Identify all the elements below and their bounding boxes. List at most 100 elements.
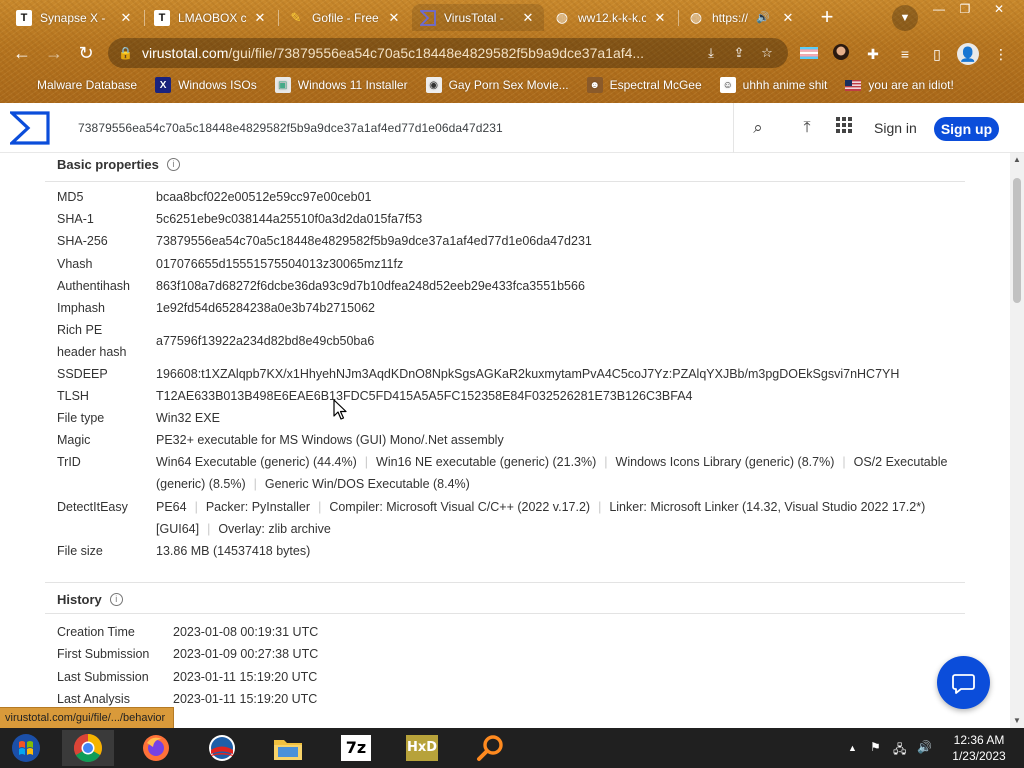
flag-icon [845,77,862,93]
prop-rich-pe-hash: a77596f13922a234d82bd8e49cb50ba6 [156,334,375,348]
gofile-icon: ✎ [290,9,302,25]
close-icon[interactable]: ✕ [780,10,796,26]
info-icon[interactable]: i [166,158,180,171]
prop-trid: Win64 Executable (generic) (44.4%) | Win16… [156,455,948,491]
file-explorer-icon[interactable] [262,730,314,766]
start-icon[interactable] [0,730,52,766]
install-icon[interactable]: ⤓ [700,45,722,61]
back-button[interactable]: ← [9,40,35,66]
tab-strip: T Synapse X - ✕ T LMAOBOX c ✕ ✎ Gofile -… [0,0,1024,34]
info-icon[interactable]: i [109,593,123,606]
tab-https[interactable]: ◍ https:// 🔊 ✕ [680,4,804,31]
prop-label: File type [57,411,105,425]
search-icon[interactable]: ⌕ [734,118,782,138]
bookmark-star-icon[interactable]: ☆ [756,45,778,61]
bookmark-you-are-an-idiot[interactable]: you are an idiot! [845,77,954,93]
prop-authentihash: 863f108a7d68272f6dcbe36da93c9d7b10dfea24… [156,279,585,293]
prop-vhash: 017076655d15551575504013z30065mz11fz [156,257,404,271]
close-icon[interactable]: ✕ [386,10,402,26]
search-bar[interactable]: 73879556ea54c70a5c18448e4829582f5b9a9dce… [66,103,782,153]
tab-synapse[interactable]: T Synapse X - ✕ [8,4,142,31]
upload-icon[interactable]: ⤒ [796,117,818,139]
volume-icon[interactable]: 🔊 [917,740,932,754]
prop-tlsh: T12AE633B013B498E6EAE6B13FDC5FD415A5A5FC… [156,389,693,403]
die-item: Packer: PyInstaller [205,500,311,514]
bookmark-site-4[interactable]: ◉ Gay Porn Sex Movie... [425,77,569,93]
bookmark-malware-database[interactable]: Malware Database [14,77,137,93]
clock-date: 1/23/2023 [952,749,1006,763]
bookmark-windows-isos[interactable]: X Windows ISOs [155,77,257,93]
scrollbar-thumb[interactable] [1013,178,1021,303]
tab-gofile[interactable]: ✎ Gofile - Free ✕ [280,4,410,31]
tab-search-button[interactable]: ▼ [892,5,918,31]
speaker-icon[interactable]: 🔊 [756,11,770,24]
forward-button[interactable]: → [41,40,67,66]
profile-icon[interactable]: 👤 [957,43,979,65]
restore-icon[interactable]: ❐ [950,0,980,18]
menu-kebab-icon[interactable]: ⋮ [990,43,1012,65]
bookmark-anime[interactable]: ☺ uhhh anime shit [719,77,827,93]
hxd-icon[interactable]: HxD [396,730,448,766]
history-label: First Submission [57,647,150,661]
history-creation-time: 2023-01-08 00:19:31 UTC [173,625,319,639]
history-last-submission: 2023-01-11 15:19:20 UTC [173,670,318,684]
7zip-icon[interactable]: 7z [330,730,382,766]
network-icon[interactable]: 🖧 [893,740,906,761]
page-scrollbar[interactable]: ▲ ▼ [1010,153,1024,728]
obama-icon[interactable] [196,730,248,766]
media-queue-icon[interactable]: ≡ [894,43,916,65]
bookmark-windows-11-installer[interactable]: ▣ Windows 11 Installer [274,77,408,93]
scroll-down-icon[interactable]: ▼ [1010,714,1024,728]
trid-item: Windows Icons Library (generic) (8.7%) [615,455,835,469]
prop-label: TrID [57,455,81,469]
clock-time: 12:36 AM [953,733,1005,747]
scroll-up-icon[interactable]: ▲ [1010,153,1024,167]
system-clock[interactable]: 12:36 AM 1/23/2023 [946,732,1012,764]
prop-file-size: 13.86 MB (14537418 bytes) [156,544,311,558]
tab-ww12[interactable]: ◍ ww12.k-k-k.c ✕ [546,4,676,31]
extension-avatar-icon[interactable] [830,43,852,65]
search-icon[interactable] [464,730,516,766]
extension-flag-icon[interactable] [798,43,820,65]
chrome-icon[interactable] [62,730,114,766]
prop-label: header hash [57,345,127,359]
sign-in-link[interactable]: Sign in [874,120,917,136]
vt-header: 73879556ea54c70a5c18448e4829582f5b9a9dce… [0,103,1024,153]
sign-up-button[interactable]: Sign up [934,117,999,141]
reload-button[interactable]: ↻ [73,40,99,66]
prop-detectiteasy: PE64 | Packer: PyInstaller | Compiler: Micro… [156,500,926,536]
site-icon: ☻ [586,77,603,93]
prop-label: Authentihash [57,279,130,293]
tab-virustotal[interactable]: VirusTotal - ✕ [412,4,544,31]
address-bar[interactable]: 🔒 virustotal.com/gui/file/73879556ea54c7… [108,38,788,68]
action-center-flag-icon[interactable]: ⚑ [870,740,881,754]
prop-label: Rich PE [57,323,103,337]
side-panel-icon[interactable]: ▯ [926,43,948,65]
history-title: History i [57,592,123,607]
window-close-icon[interactable]: ✕ [984,0,1014,18]
browser-chrome: T Synapse X - ✕ T LMAOBOX c ✕ ✎ Gofile -… [0,0,1024,103]
prop-file-type: Win32 EXE [156,411,220,425]
share-icon[interactable]: ⇪ [728,45,750,61]
chat-button[interactable] [937,656,990,709]
lock-icon[interactable]: 🔒 [118,46,133,60]
chat-icon [952,674,975,694]
firefox-icon[interactable] [130,730,182,766]
prop-sha1: 5c6251ebe9c038144a25510f0a3d2da015fa7f53 [156,212,423,226]
new-tab-button[interactable]: + [815,6,839,30]
t-favicon-icon: T [154,9,170,26]
tray-expand-icon[interactable]: ▲ [848,743,857,753]
prop-label: TLSH [57,389,89,403]
close-icon[interactable]: ✕ [252,10,268,26]
close-icon[interactable]: ✕ [652,10,668,26]
extensions-puzzle-icon[interactable]: ✚ [862,43,884,65]
close-icon[interactable]: ✕ [118,10,134,26]
history-label: Last Submission [57,670,149,684]
trid-item: Win16 NE executable (generic) (21.3%) [376,455,597,469]
bookmark-espectral-mcgee[interactable]: ☻ Espectral McGee [586,77,702,93]
apps-grid-icon[interactable] [833,117,855,139]
search-input[interactable]: 73879556ea54c70a5c18448e4829582f5b9a9dce… [66,121,733,135]
close-icon[interactable]: ✕ [520,10,536,26]
tab-lmaobox[interactable]: T LMAOBOX c ✕ [146,4,276,31]
virustotal-logo-icon[interactable] [7,111,50,145]
